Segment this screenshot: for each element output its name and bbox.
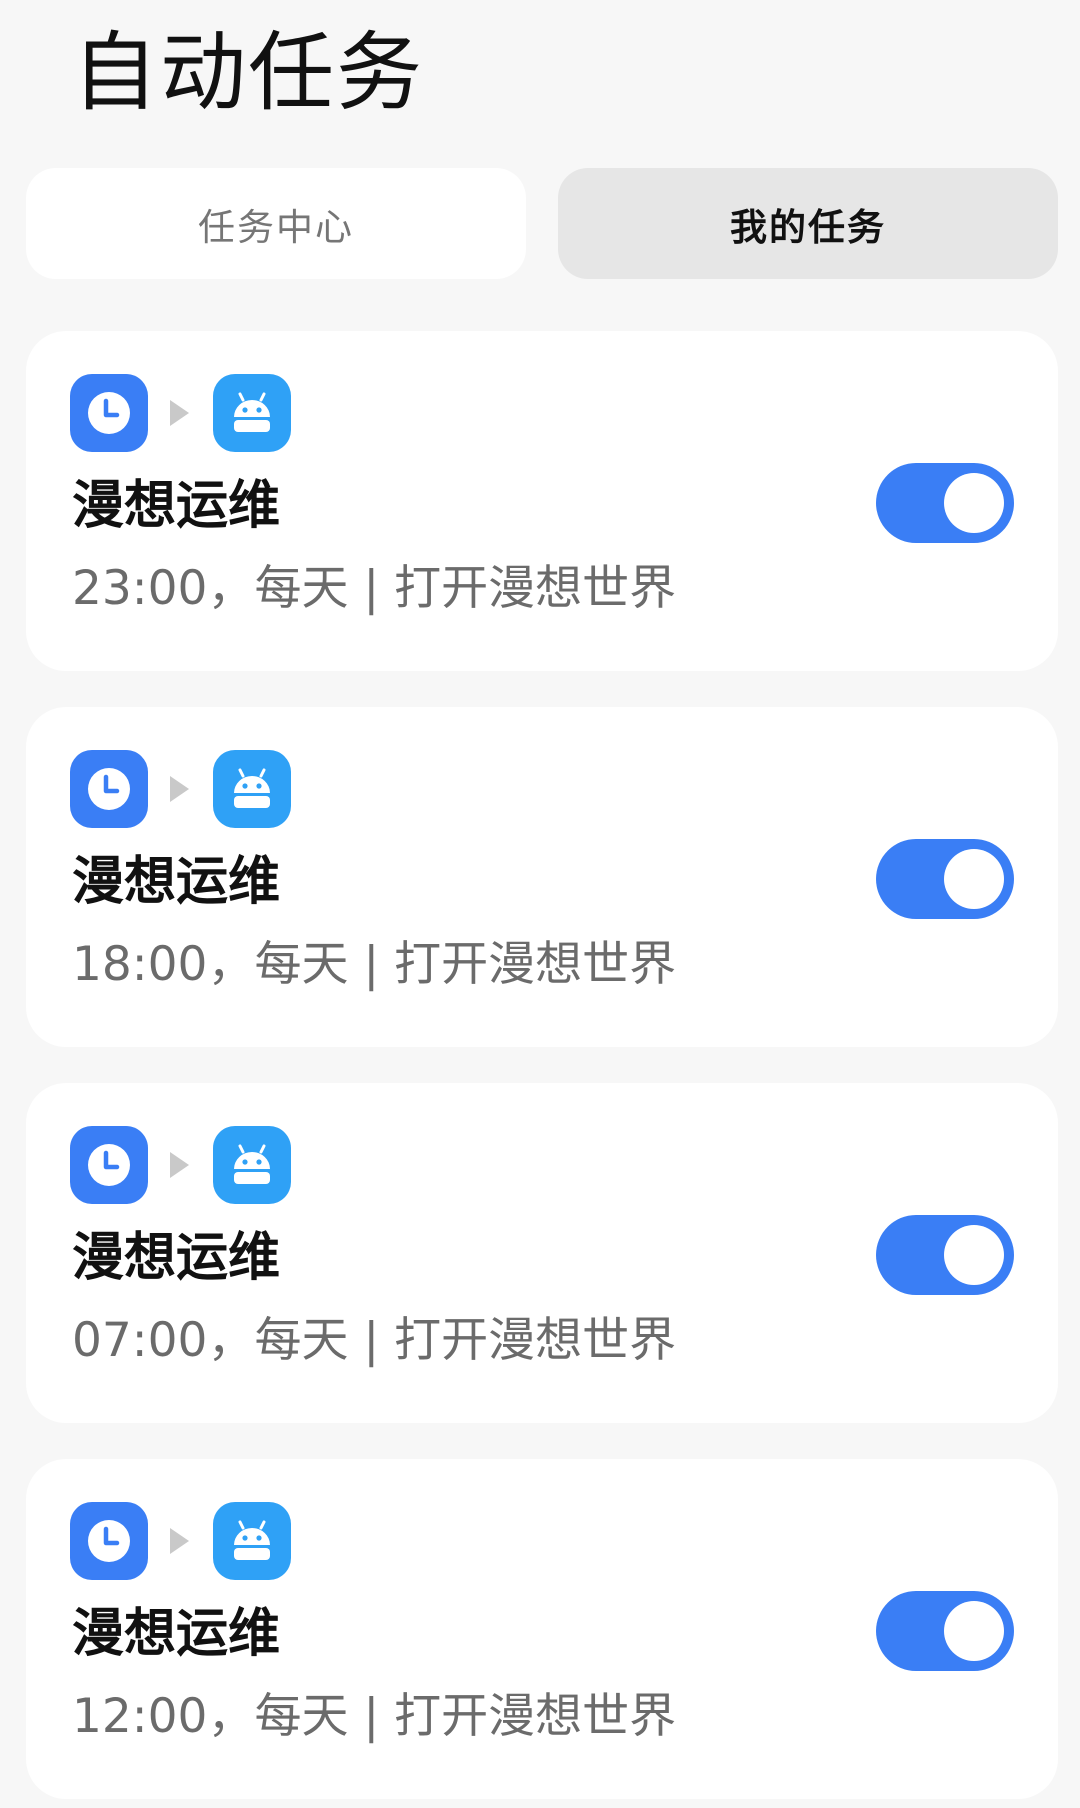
task-card[interactable]: 漫想运维 18:00，每天 | 打开漫想世界 [26, 707, 1058, 1047]
android-robot-icon [213, 1126, 291, 1204]
task-enable-toggle[interactable] [876, 1215, 1014, 1295]
task-name: 漫想运维 [72, 476, 281, 536]
android-robot-icon [213, 374, 291, 452]
toggle-knob [944, 849, 1004, 909]
task-card[interactable]: 漫想运维 07:00，每天 | 打开漫想世界 [26, 1083, 1058, 1423]
toggle-knob [944, 1601, 1004, 1661]
clock-icon [70, 1126, 148, 1204]
tab-task-center[interactable]: 任务中心 [26, 168, 526, 279]
arrow-right-icon [170, 776, 189, 802]
task-flow-icons [70, 750, 291, 828]
task-schedule: 12:00，每天 | 打开漫想世界 [72, 1689, 677, 1744]
android-robot-icon [213, 750, 291, 828]
toggle-knob [944, 1225, 1004, 1285]
task-enable-toggle[interactable] [876, 1591, 1014, 1671]
task-flow-icons [70, 1502, 291, 1580]
task-schedule: 23:00，每天 | 打开漫想世界 [72, 561, 677, 616]
tab-bar: 任务中心 我的任务 [26, 168, 1058, 279]
task-name: 漫想运维 [72, 1228, 281, 1288]
arrow-right-icon [170, 1152, 189, 1178]
task-schedule: 18:00，每天 | 打开漫想世界 [72, 937, 677, 992]
clock-icon [70, 374, 148, 452]
task-name: 漫想运维 [72, 1604, 281, 1664]
clock-icon [70, 1502, 148, 1580]
task-enable-toggle[interactable] [876, 463, 1014, 543]
task-enable-toggle[interactable] [876, 839, 1014, 919]
page-title: 自动任务 [72, 23, 424, 123]
task-card[interactable]: 漫想运维 12:00，每天 | 打开漫想世界 [26, 1459, 1058, 1799]
tab-my-tasks[interactable]: 我的任务 [558, 168, 1058, 279]
android-robot-icon [213, 1502, 291, 1580]
arrow-right-icon [170, 400, 189, 426]
task-schedule: 07:00，每天 | 打开漫想世界 [72, 1313, 677, 1368]
task-flow-icons [70, 1126, 291, 1204]
task-name: 漫想运维 [72, 852, 281, 912]
toggle-knob [944, 473, 1004, 533]
task-card[interactable]: 漫想运维 23:00，每天 | 打开漫想世界 [26, 331, 1058, 671]
clock-icon [70, 750, 148, 828]
task-flow-icons [70, 374, 291, 452]
arrow-right-icon [170, 1528, 189, 1554]
